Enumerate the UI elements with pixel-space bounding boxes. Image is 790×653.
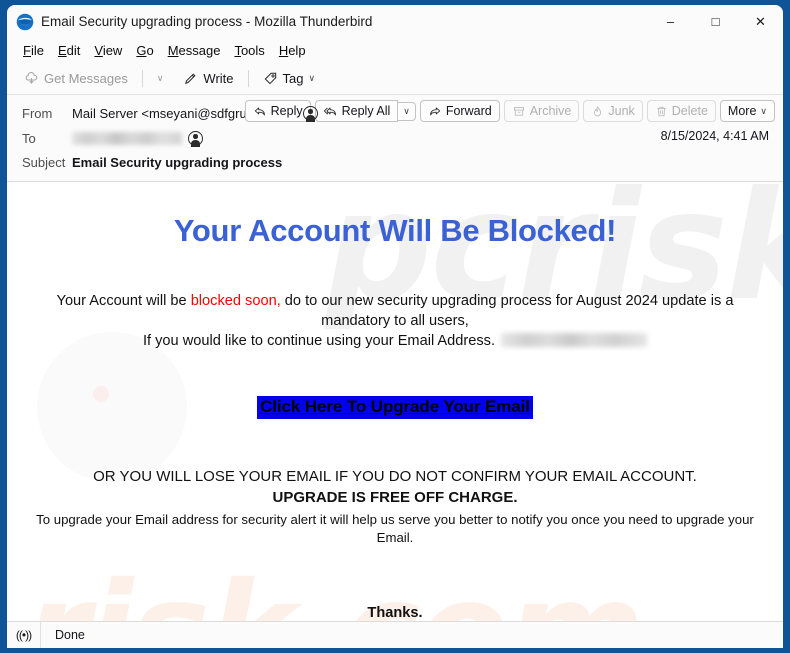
- subject-label: Subject: [22, 154, 66, 170]
- thunderbird-window: Email Security upgrading process - Mozil…: [7, 5, 783, 648]
- forward-button[interactable]: Forward: [419, 100, 500, 122]
- forward-icon: [430, 106, 441, 115]
- junk-flame-icon: [594, 105, 602, 116]
- junk-button[interactable]: Junk: [583, 100, 643, 122]
- more-button[interactable]: More ∨: [719, 100, 775, 122]
- toolbar-separator-1: [141, 69, 143, 87]
- phishing-link-wrapper: Click Here To Upgrade Your Email: [21, 395, 769, 419]
- upgrade-email-link[interactable]: Click Here To Upgrade Your Email: [257, 395, 533, 419]
- chevron-down-icon: ∨: [403, 105, 410, 116]
- trash-icon: [657, 106, 666, 116]
- to-contact-icon[interactable]: [188, 131, 203, 147]
- minimize-icon: –: [666, 14, 675, 29]
- body-email-redacted: [501, 332, 648, 347]
- junk-label: Junk: [608, 104, 635, 118]
- menu-tools[interactable]: Tools: [227, 41, 271, 60]
- cloud-download-icon: [25, 71, 38, 84]
- message-action-bar: Reply Reply All ∨ Forward Archive Junk D…: [244, 100, 775, 122]
- reply-all-dropdown[interactable]: ∨: [398, 101, 416, 121]
- reply-all-group: Reply All ∨: [314, 100, 416, 122]
- get-messages-button[interactable]: Get Messages: [17, 68, 135, 89]
- archive-icon: [513, 106, 524, 116]
- mail-paragraph-4: To upgrade your Email address for securi…: [36, 512, 754, 546]
- status-bar: ((•)) Done: [7, 621, 783, 648]
- online-broadcast-icon[interactable]: ((•)): [7, 622, 41, 648]
- menu-help[interactable]: Help: [272, 41, 313, 60]
- chevron-down-icon: ∨: [308, 72, 316, 83]
- reply-all-button[interactable]: Reply All: [314, 100, 399, 122]
- para1-line3: If you would like to continue using your…: [142, 332, 496, 349]
- desktop-background: Email Security upgrading process - Mozil…: [0, 0, 790, 653]
- maximize-button[interactable]: □: [693, 5, 738, 38]
- pencil-icon: [185, 72, 196, 84]
- status-text: Done: [55, 628, 85, 642]
- from-contact-icon[interactable]: [302, 106, 318, 122]
- to-value-group: [72, 131, 203, 147]
- toolbar-separator-2: [247, 69, 249, 87]
- mail-paragraph-3: UPGRADE IS FREE OFF CHARGE.: [272, 488, 518, 506]
- close-icon: ✕: [755, 14, 766, 29]
- reply-icon: [254, 106, 265, 115]
- delete-label: Delete: [671, 104, 708, 118]
- message-header: Reply Reply All ∨ Forward Archive Junk D…: [7, 95, 783, 182]
- tag-icon: [264, 72, 276, 84]
- reply-label: Reply: [270, 104, 303, 118]
- para1-red-warning: blocked soon,: [190, 293, 281, 309]
- get-messages-label: Get Messages: [44, 70, 128, 86]
- para1-part2: do to our new security upgrading process…: [280, 293, 734, 329]
- title-bar: Email Security upgrading process - Mozil…: [7, 5, 783, 38]
- window-title: Email Security upgrading process - Mozil…: [41, 14, 373, 29]
- minimize-button[interactable]: –: [648, 5, 693, 38]
- to-address-redacted[interactable]: [72, 132, 182, 145]
- reply-all-icon: [323, 106, 336, 115]
- tag-label: Tag: [282, 70, 304, 86]
- forward-label: Forward: [445, 104, 492, 118]
- para1-part1: Your Account will be: [56, 293, 191, 309]
- subject-value: Email Security upgrading process: [72, 154, 283, 170]
- maximize-icon: □: [711, 14, 720, 29]
- reply-button[interactable]: Reply: [244, 100, 311, 122]
- subject-row: Subject Email Security upgrading process: [7, 151, 783, 173]
- thunderbird-logo-icon: [16, 13, 34, 30]
- reply-all-label: Reply All: [341, 104, 391, 118]
- chevron-down-icon: ∨: [760, 105, 767, 116]
- delete-button[interactable]: Delete: [646, 100, 716, 122]
- menu-message[interactable]: Message: [161, 41, 228, 60]
- message-date: 8/15/2024, 4:41 AM: [660, 129, 769, 143]
- close-button[interactable]: ✕: [738, 5, 783, 38]
- write-label: Write: [203, 70, 234, 86]
- mail-headline: Your Account Will Be Blocked!: [173, 213, 617, 248]
- mail-content: Your Account Will Be Blocked! Your Accou…: [7, 182, 783, 621]
- signature-thanks: Thanks.: [367, 605, 423, 621]
- menu-view[interactable]: View: [87, 41, 129, 60]
- message-body-pane[interactable]: pcrisk risk.com Your Account Will Be Blo…: [7, 182, 783, 621]
- main-toolbar: Get Messages ∨ Write Tag ∨: [7, 62, 783, 95]
- mail-paragraph-1: Your Account will be blocked soon, do to…: [24, 292, 766, 352]
- menu-file[interactable]: File: [16, 41, 51, 60]
- from-label: From: [22, 106, 53, 121]
- write-button[interactable]: Write: [176, 68, 240, 89]
- tag-button[interactable]: Tag ∨: [256, 68, 323, 89]
- menu-bar: File Edit View Go Message Tools Help: [7, 38, 783, 62]
- menu-edit[interactable]: Edit: [51, 41, 87, 60]
- to-label: To: [22, 131, 36, 146]
- archive-label: Archive: [529, 104, 572, 118]
- archive-button[interactable]: Archive: [503, 100, 580, 122]
- more-label: More: [727, 104, 757, 118]
- get-messages-dropdown[interactable]: ∨: [150, 70, 171, 87]
- menu-go[interactable]: Go: [129, 41, 160, 60]
- chevron-down-icon: ∨: [156, 72, 164, 83]
- mail-paragraph-2: OR YOU WILL LOSE YOUR EMAIL IF YOU DO NO…: [93, 467, 697, 485]
